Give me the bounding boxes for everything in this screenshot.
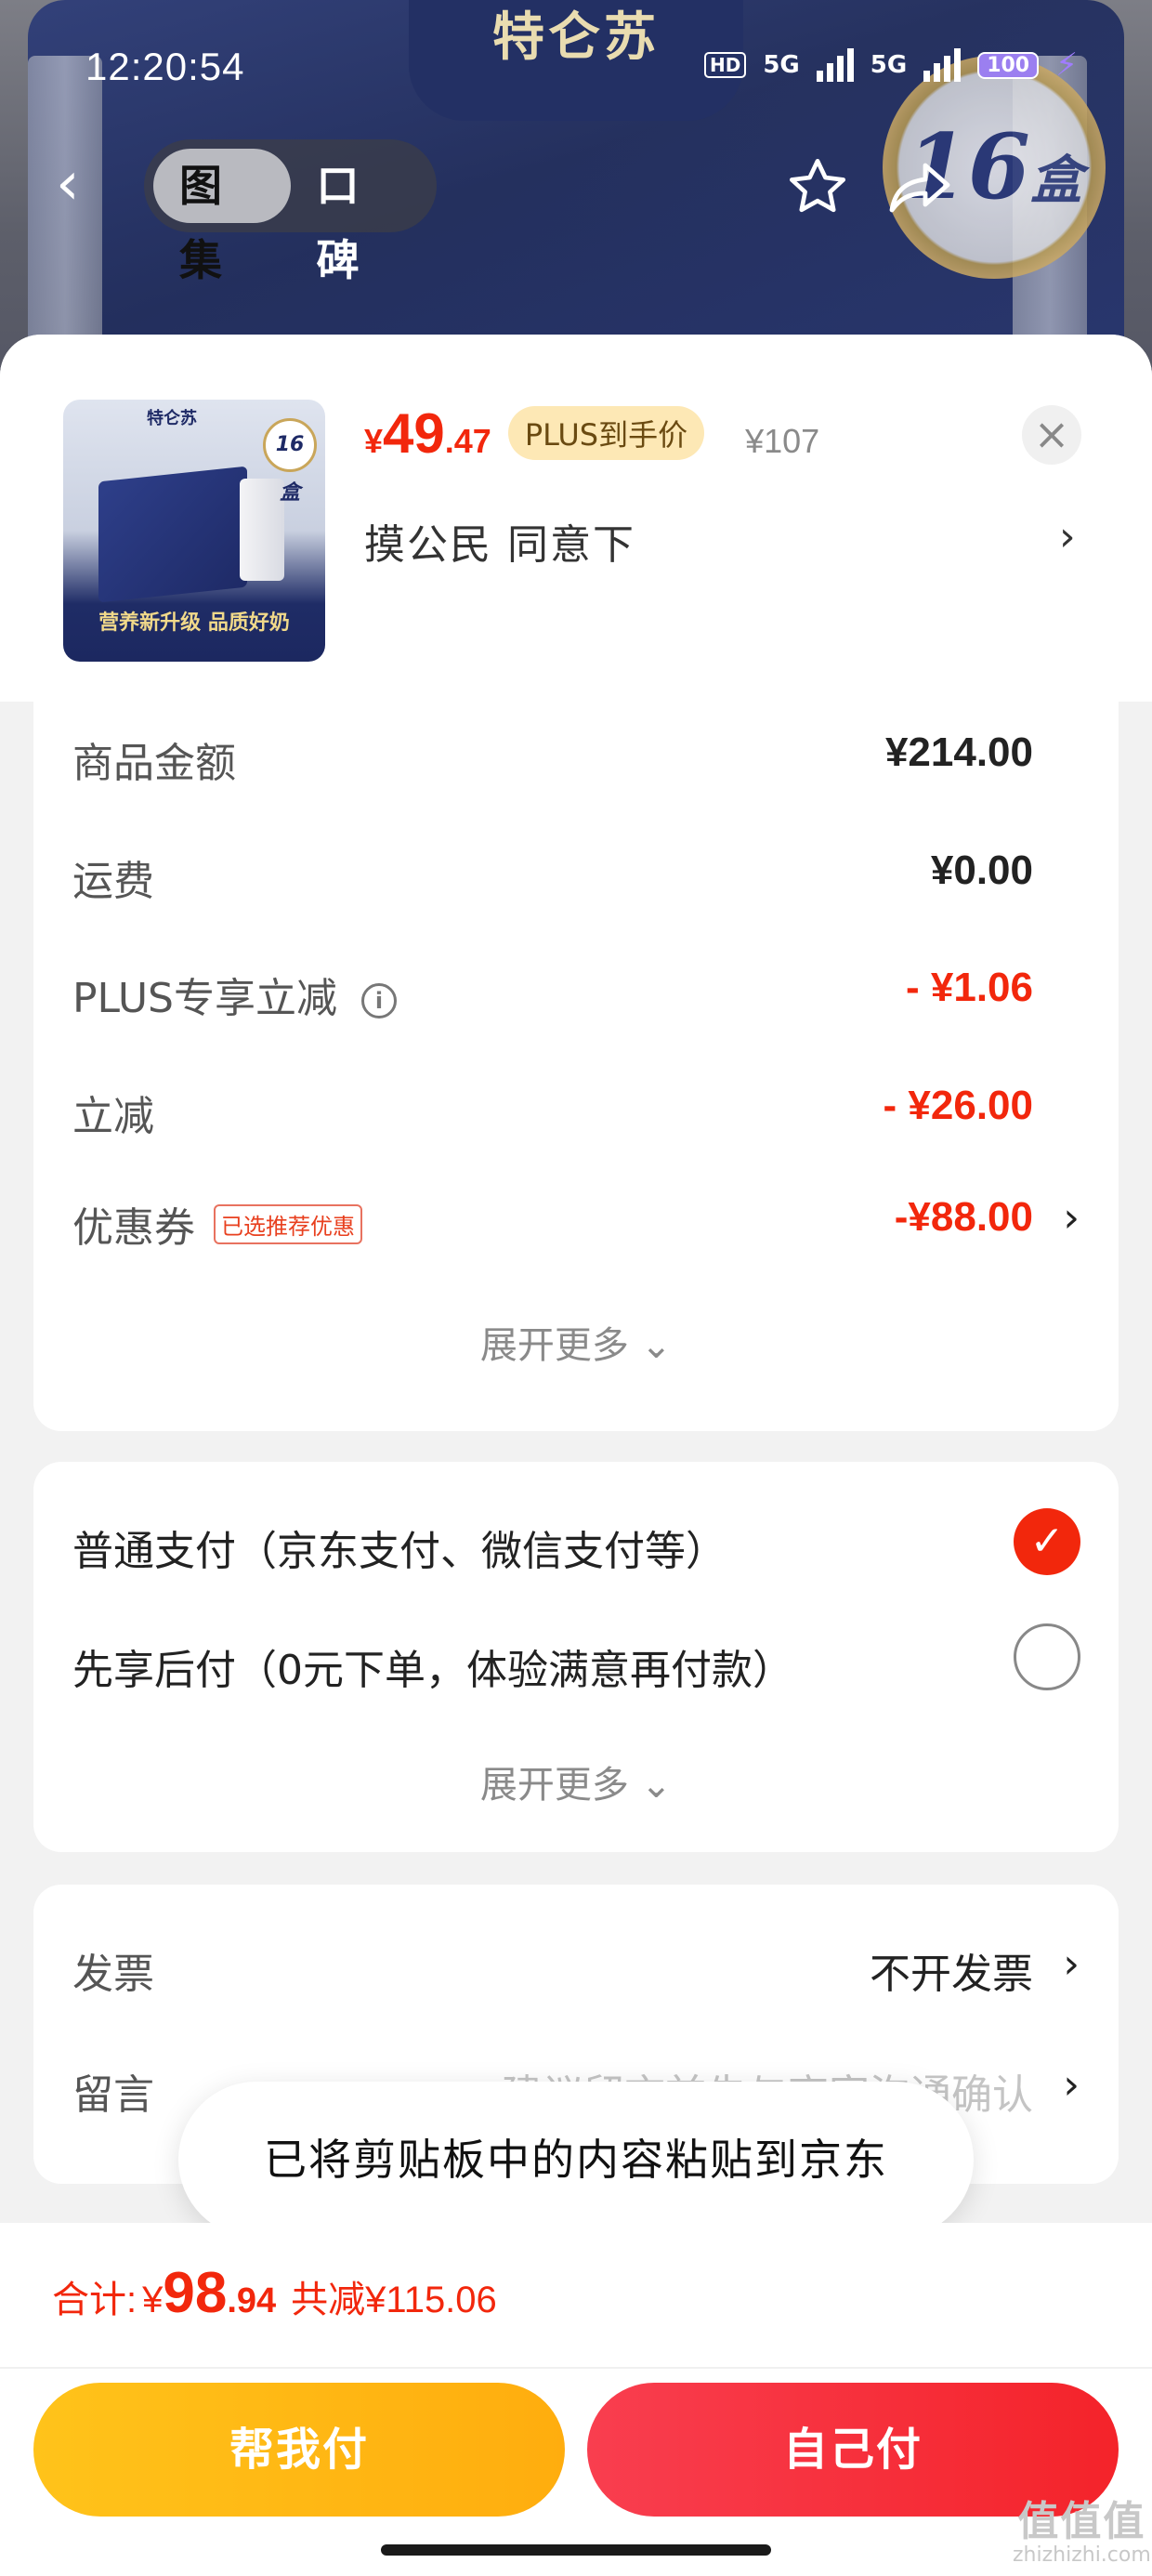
expand-label: 展开更多 <box>479 1324 629 1367</box>
invoice-label: 发票 <box>72 1951 154 1998</box>
invoice-value: 不开发票 <box>870 1952 1033 1997</box>
charging-icon: ⚡ <box>1055 46 1078 84</box>
chevron-right-icon[interactable]: › <box>1063 2061 1080 2109</box>
product-carton-image <box>240 479 284 581</box>
network-label: 5G <box>870 51 908 79</box>
help-pay-button[interactable]: 帮我付 <box>33 2383 565 2517</box>
product-box-image <box>98 466 247 603</box>
summary-label: 商品金额 <box>72 740 236 787</box>
order-total: 合计: ¥ 98 .94 共减¥115.06 <box>52 2260 497 2326</box>
expand-more-button[interactable]: 展开更多 ⌄ <box>33 1315 1119 1369</box>
network-label: 5G <box>763 51 800 79</box>
checkout-footer: 合计: ¥ 98 .94 共减¥115.06 帮我付 自己付 <box>0 2223 1152 2576</box>
product-thumbnail[interactable]: 特仑苏 16盒 营养新升级 品质好奶 <box>63 400 325 662</box>
summary-value: -¥88.00 <box>894 1194 1033 1240</box>
expand-label: 展开更多 <box>479 1764 629 1807</box>
close-button[interactable]: × <box>1022 405 1081 465</box>
thumbnail-brand: 特仑苏 <box>147 409 197 428</box>
price-summary-card: 商品金额 ¥214.00 运费 ¥0.00 PLUS专享立减 i - ¥1.06 … <box>33 702 1119 1431</box>
thumbnail-badge: 16盒 <box>263 418 317 505</box>
signal-icon <box>923 48 962 82</box>
toast-message: 已将剪贴板中的内容粘贴到京东 <box>178 2082 974 2238</box>
price-currency: ¥ <box>364 422 384 460</box>
hd-icon: HD <box>703 52 747 78</box>
top-nav: ‹ 图集 口碑 <box>0 139 1152 285</box>
signal-icon <box>816 48 854 82</box>
summary-label: PLUS专享立减 i <box>72 965 397 1024</box>
gallery-tab-switch: 图集 口碑 <box>144 139 437 285</box>
plus-price: ¥49.47 <box>364 401 491 466</box>
share-icon[interactable] <box>883 160 957 216</box>
watermark: 值值值 zhizhizhi.com <box>1013 2498 1151 2568</box>
chevron-down-icon: ⌄ <box>640 1324 673 1367</box>
payment-method-card: 普通支付（京东支付、微信支付等） ✓ 先享后付（0元下单，体验满意再付款） 展开… <box>33 1462 1119 1852</box>
coupon-label: 优惠券 <box>72 1204 195 1252</box>
plus-price-tag: PLUS到手价 <box>507 406 705 460</box>
summary-value: ¥214.00 <box>884 729 1033 775</box>
original-price: ¥107 <box>745 422 820 460</box>
product-header: 特仑苏 16盒 营养新升级 品质好奶 ¥49.47 PLUS到手价 ¥107 ×… <box>0 335 1152 702</box>
chevron-right-icon[interactable]: › <box>1059 513 1076 560</box>
thumbnail-slogan: 营养新升级 品质好奶 <box>98 611 290 635</box>
status-bar: 12:20:54 HD 5G 5G 100 ⚡ <box>0 37 1152 102</box>
watermark-glyphs: 值值值 <box>1017 2498 1146 2545</box>
total-currency: ¥ <box>142 2280 164 2320</box>
total-savings: 共减¥115.06 <box>291 2280 497 2320</box>
chevron-right-icon[interactable]: › <box>1063 1940 1080 1988</box>
coupon-row[interactable]: 优惠券 已选推荐优惠 -¥88.00 › <box>72 1194 1080 1252</box>
summary-value: - ¥1.06 <box>906 965 1033 1010</box>
summary-label: 优惠券 已选推荐优惠 <box>72 1194 362 1254</box>
info-icon[interactable]: i <box>361 983 397 1019</box>
checkmark-radio-selected[interactable]: ✓ <box>1014 1508 1080 1575</box>
status-icons: HD 5G 5G 100 ⚡ <box>703 46 1078 84</box>
summary-row: 运费 ¥0.00 <box>72 848 1080 905</box>
divider <box>0 2367 1152 2369</box>
summary-row: 商品金额 ¥214.00 <box>72 729 1080 787</box>
summary-value: ¥0.00 <box>930 848 1033 893</box>
tab-gallery[interactable]: 图集 <box>153 149 291 285</box>
chevron-down-icon: ⌄ <box>640 1764 673 1807</box>
total-label: 合计: <box>52 2280 137 2320</box>
price-row: ¥49.47 PLUS到手价 ¥107 <box>364 401 819 467</box>
radio-unselected[interactable] <box>1014 1623 1080 1690</box>
expand-more-button[interactable]: 展开更多 ⌄ <box>33 1755 1119 1808</box>
chevron-right-icon[interactable]: › <box>1063 1194 1080 1242</box>
message-label: 留言 <box>72 2071 154 2119</box>
back-arrow-icon[interactable]: ‹ <box>56 154 108 214</box>
delivery-address[interactable]: 摸公民 同意下 <box>364 511 635 571</box>
summary-label: 立减 <box>72 1093 154 1140</box>
watermark-site: zhizhizhi.com <box>1013 2543 1151 2568</box>
summary-label: 运费 <box>72 858 154 905</box>
favorite-star-icon[interactable] <box>780 154 855 219</box>
summary-row: PLUS专享立减 i - ¥1.06 <box>72 965 1080 1022</box>
battery-icon: 100 <box>977 51 1040 79</box>
home-indicator[interactable] <box>381 2544 771 2556</box>
tab-reviews[interactable]: 口碑 <box>291 149 428 285</box>
price-decimal: .47 <box>444 422 491 460</box>
total-decimal: .94 <box>227 2281 277 2320</box>
payment-option-label[interactable]: 先享后付（0元下单，体验满意再付款） <box>72 1636 793 1696</box>
recommended-tag: 已选推荐优惠 <box>214 1204 362 1244</box>
summary-value: - ¥26.00 <box>883 1083 1033 1128</box>
invoice-row[interactable]: 发票 不开发票 › <box>72 1940 1080 1998</box>
price-integer: 49 <box>383 402 445 465</box>
payment-option-label[interactable]: 普通支付（京东支付、微信支付等） <box>72 1518 727 1577</box>
total-integer: 98 <box>163 2261 228 2325</box>
status-time: 12:20:54 <box>85 45 245 88</box>
plus-discount-label: PLUS专享立减 <box>72 975 337 1022</box>
summary-row: 立减 - ¥26.00 <box>72 1083 1080 1140</box>
self-pay-button[interactable]: 自己付 <box>587 2383 1119 2517</box>
